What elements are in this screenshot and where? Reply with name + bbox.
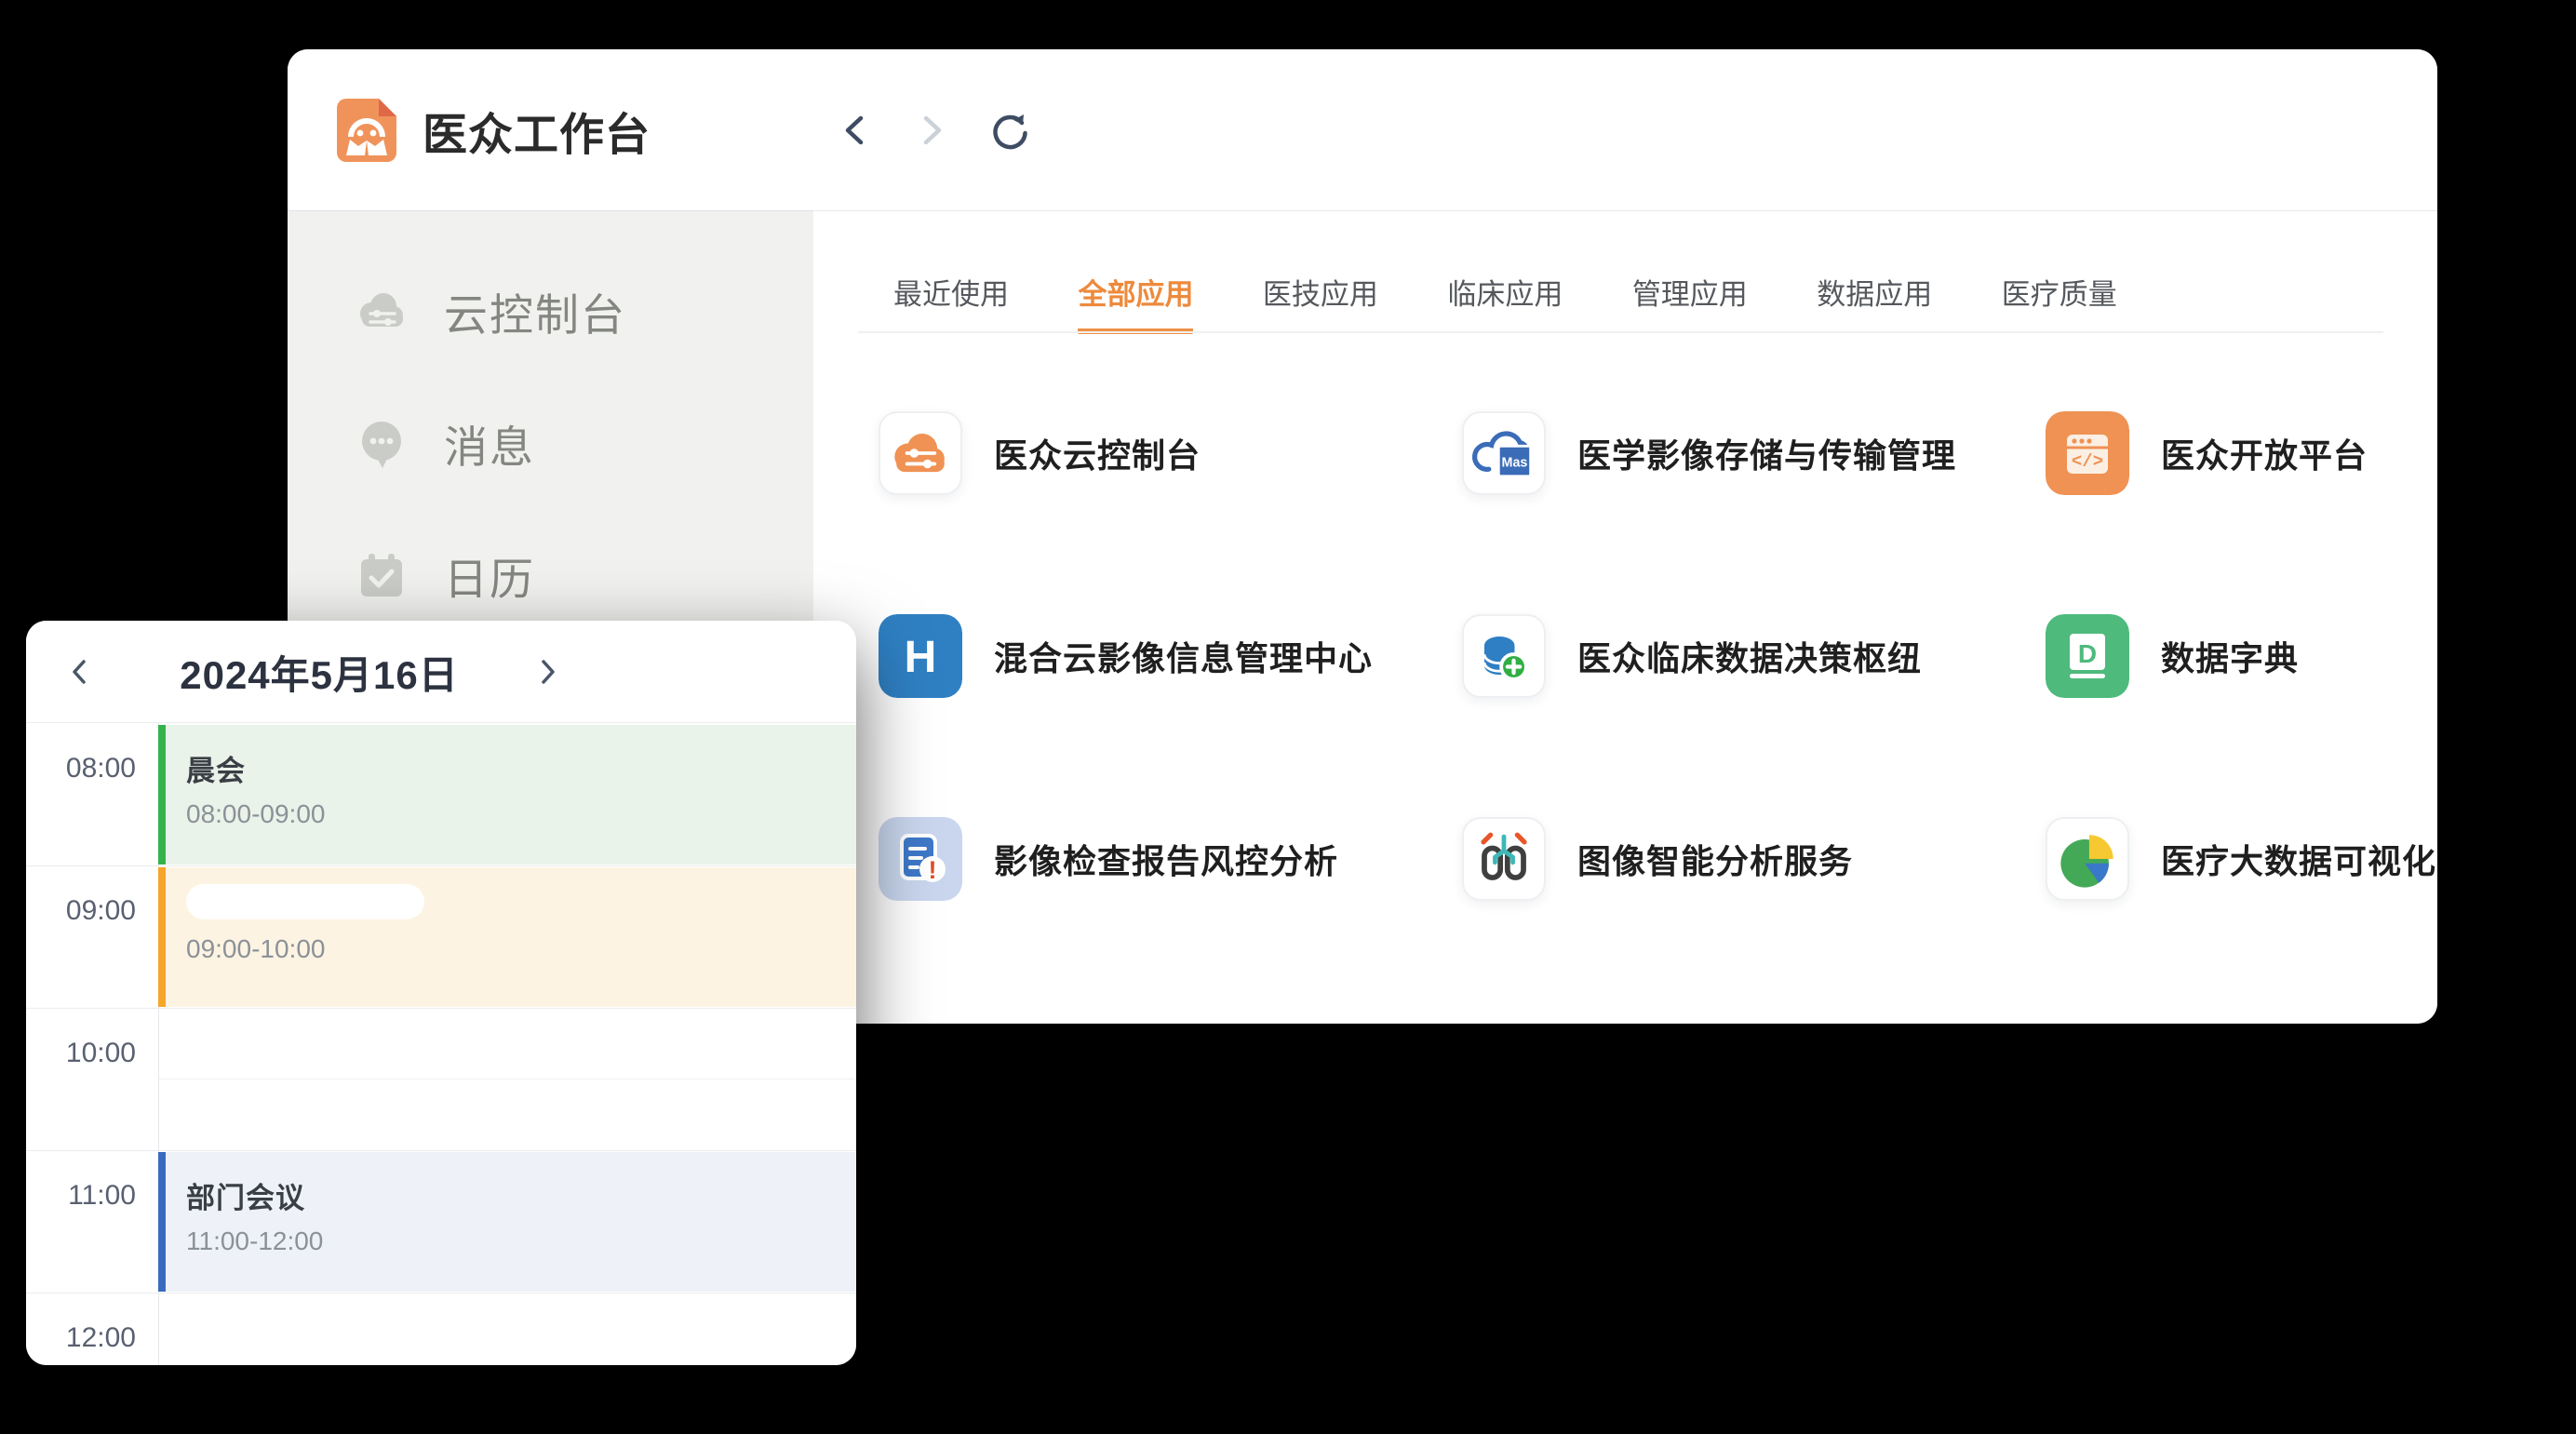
app-item-label: 医众云控制台 [994,429,1201,477]
time-label: 11:00 [26,1180,136,1212]
calendar-day-grid: 08:00 09:00 10:00 11:00 12:00 晨会 08:00-0… [26,723,856,1365]
event-title: 部门会议 [186,1174,856,1216]
svg-text:!: ! [929,856,937,884]
tab-bar-divider [858,331,2383,333]
tab-recently-used[interactable]: 最近使用 [893,271,1009,328]
svg-text:D: D [2078,639,2097,668]
tab-medtech-apps[interactable]: 医技应用 [1263,271,1378,328]
lungs-icon [1462,817,1546,901]
tab-quality[interactable]: 医疗质量 [2002,271,2117,328]
app-item-label: 医众临床数据决策枢纽 [1577,632,1922,680]
app-item-open-platform[interactable]: </> 医众开放平台 [2046,411,2368,495]
app-item-big-data-visualization[interactable]: 医疗大数据可视化 [2046,817,2436,901]
calendar-event-department-meeting[interactable]: 部门会议 11:00-12:00 [158,1152,856,1292]
event-time: 08:00-09:00 [186,799,856,829]
event-title-redacted-pill [186,884,424,919]
hour-gridline [26,1150,856,1151]
event-title: 晨会 [186,747,856,789]
app-item-label: 医众开放平台 [2161,429,2368,477]
cloud-console-icon [355,284,409,338]
report-alert-icon: ! [879,817,962,901]
window-header: 医众工作台 [288,49,2437,210]
sidebar-item-messages[interactable]: 消息 [288,377,813,509]
refresh-button[interactable] [987,110,1028,151]
dictionary-book-icon: D [2046,614,2129,698]
forward-button[interactable] [911,110,952,151]
orange-cloud-sliders-icon [879,411,962,495]
time-label: 09:00 [26,895,136,927]
message-bubble-icon [355,416,409,470]
chevron-left-icon [65,657,95,687]
back-button[interactable] [835,110,876,151]
nav-buttons [835,49,1028,210]
hour-gridline [26,1008,856,1009]
time-label: 08:00 [26,753,136,784]
calendar-header: 2024年5月16日 [26,621,856,723]
window-title: 医众工作台 [423,98,651,163]
hour-gridline [26,865,856,866]
sidebar-item-cloud-console[interactable]: 云控制台 [288,245,813,377]
app-item-label: 混合云影像信息管理中心 [994,632,1373,680]
calendar-event-redacted[interactable]: 09:00-10:00 [158,867,856,1007]
app-item-clinical-data-hub[interactable]: 医众临床数据决策枢纽 [1462,614,1922,698]
time-label: 12:00 [26,1322,136,1354]
tab-all-apps[interactable]: 全部应用 [1078,271,1193,334]
app-item-label: 影像检查报告风控分析 [994,835,1338,883]
tab-clinical-apps[interactable]: 临床应用 [1447,271,1563,328]
time-label: 10:00 [26,1038,136,1069]
app-item-image-ai-analysis[interactable]: 图像智能分析服务 [1462,817,1853,901]
event-time: 11:00-12:00 [186,1226,856,1256]
app-item-label: 图像智能分析服务 [1577,835,1853,883]
event-time: 09:00-10:00 [186,934,856,964]
code-window-icon: </> [2046,411,2129,495]
database-plus-icon [1462,614,1546,698]
sidebar-item-label: 云控制台 [444,279,626,343]
svg-text:H: H [905,633,937,682]
calendar-date-title: 2024年5月16日 [138,621,501,723]
pie-chart-icon [2046,817,2129,901]
calendar-check-icon [355,548,409,602]
app-item-report-risk-analysis[interactable]: ! 影像检查报告风控分析 [879,817,1338,901]
app-item-label: 数据字典 [2161,632,2299,680]
tab-data-apps[interactable]: 数据应用 [1817,271,1932,328]
chevron-right-icon [913,112,950,149]
svg-text:Mas: Mas [1502,455,1528,470]
app-item-data-dictionary[interactable]: D 数据字典 [2046,614,2299,698]
tab-bar: 最近使用 全部应用 医技应用 临床应用 管理应用 数据应用 医疗质量 [893,271,2117,334]
refresh-icon [987,110,1028,151]
app-item-imaging-storage[interactable]: Mas 医学影像存储与传输管理 [1462,411,1956,495]
app-item-hybrid-cloud-center[interactable]: H 混合云影像信息管理中心 [879,614,1373,698]
calendar-event-morning-meeting[interactable]: 晨会 08:00-09:00 [158,725,856,864]
letter-h-icon: H [879,614,962,698]
calendar-next-day-button[interactable] [519,621,575,723]
main-content: 最近使用 全部应用 医技应用 临床应用 管理应用 数据应用 医疗质量 医众云控制… [813,210,2437,1024]
calendar-prev-day-button[interactable] [52,621,108,723]
sidebar-item-label: 日历 [444,543,535,608]
chevron-right-icon [532,657,562,687]
sidebar-item-label: 消息 [444,411,535,476]
svg-text:</>: </> [2072,451,2103,472]
chevron-left-icon [837,112,874,149]
calendar-panel: 2024年5月16日 08:00 09:00 10:00 11:00 12:00… [26,621,856,1365]
tab-management-apps[interactable]: 管理应用 [1632,271,1748,328]
blue-cloud-mas-icon: Mas [1462,411,1546,495]
app-logo-icon [337,99,396,162]
app-item-label: 医学影像存储与传输管理 [1577,429,1956,477]
app-item-cloud-console[interactable]: 医众云控制台 [879,411,1201,495]
app-item-label: 医疗大数据可视化 [2161,835,2436,883]
